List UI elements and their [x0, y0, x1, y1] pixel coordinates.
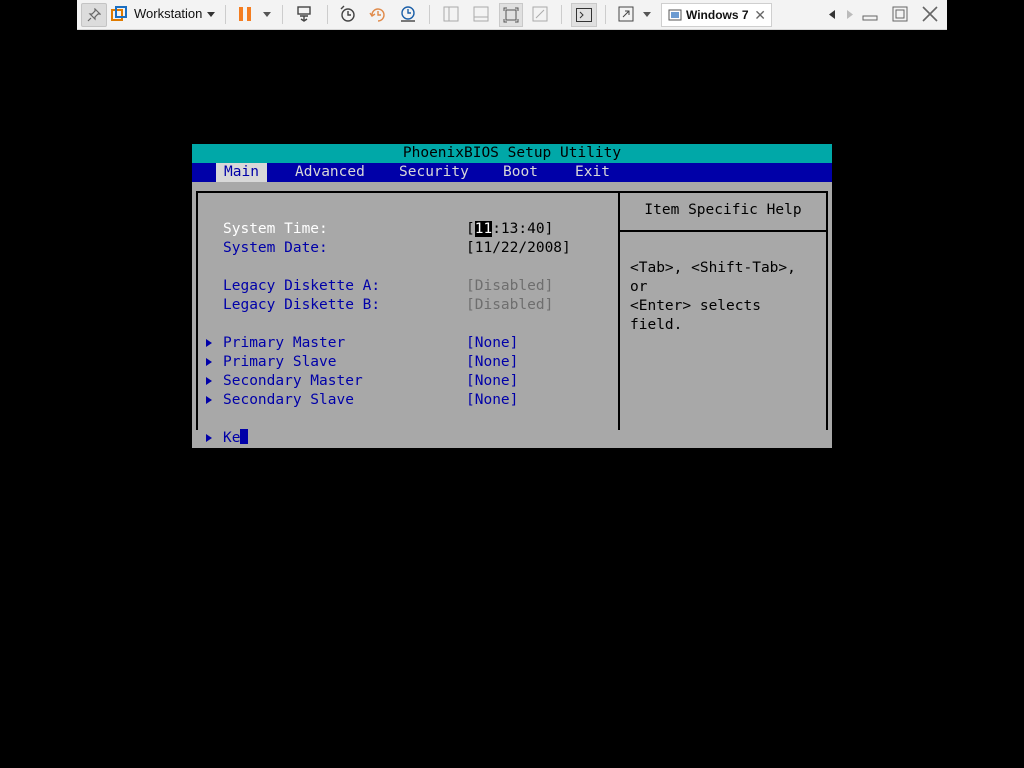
chevron-down-icon[interactable] [261, 3, 273, 25]
diskette-a-label: Legacy Diskette A: [223, 278, 381, 294]
tab-windows-7[interactable]: Windows 7 ✕ [661, 3, 772, 27]
help-panel: Item Specific Help <Tab>, <Shift-Tab>, o… [620, 191, 828, 441]
separator [225, 5, 226, 24]
submenu-arrow-icon [206, 358, 212, 366]
product-label[interactable]: Workstation [134, 6, 202, 21]
secondary-slave-value: [None] [466, 392, 519, 408]
revert-snapshot-icon[interactable] [367, 3, 389, 25]
tab-label: Windows 7 [686, 8, 749, 22]
pause-icon[interactable] [235, 3, 255, 25]
separator [282, 5, 283, 24]
secondary-slave-label: Secondary Slave [223, 392, 354, 408]
close-icon[interactable] [919, 3, 941, 25]
system-time-label: System Time: [223, 221, 328, 237]
vmware-toolbar: Workstation Windows 7 ✕ [77, 0, 947, 30]
snapshot-icon[interactable] [337, 3, 359, 25]
diskette-b-value[interactable]: [Disabled] [466, 296, 553, 315]
partial-label: Ke [223, 429, 249, 448]
maximize-icon[interactable] [889, 3, 911, 25]
chevron-left-icon[interactable] [825, 3, 839, 25]
help-line: <Enter> selects field. [630, 298, 761, 333]
help-line: <Tab>, <Shift-Tab>, or [630, 260, 796, 295]
thumbnail-view-icon[interactable] [470, 3, 492, 25]
time-rest: :13:40] [492, 221, 554, 237]
menu-exit[interactable]: Exit [567, 163, 618, 182]
system-date-value[interactable]: [11/22/2008] [466, 239, 571, 258]
system-date-label: System Date: [223, 240, 328, 256]
primary-master-label: Primary Master [223, 335, 346, 351]
menu-boot[interactable]: Boot [495, 163, 546, 182]
pin-icon[interactable] [81, 3, 107, 27]
primary-slave-value: [None] [466, 354, 519, 370]
divider [620, 230, 826, 232]
vm-icon [668, 8, 682, 22]
hour-field[interactable]: 11 [474, 221, 493, 237]
menu-security[interactable]: Security [391, 163, 477, 182]
chevron-down-icon[interactable] [641, 3, 653, 25]
send-ctrl-alt-del-icon[interactable] [293, 3, 315, 25]
separator [327, 5, 328, 24]
chevron-down-icon[interactable] [205, 3, 217, 25]
secondary-master-label: Secondary Master [223, 373, 363, 389]
menu-advanced[interactable]: Advanced [287, 163, 373, 182]
unity-icon[interactable] [529, 3, 551, 25]
help-title: Item Specific Help [644, 202, 802, 218]
submenu-arrow-icon [206, 339, 212, 347]
minimize-icon[interactable] [859, 3, 881, 25]
bios-screen[interactable]: PhoenixBIOS Setup Utility Main Advanced … [192, 144, 832, 448]
submenu-arrow-icon [206, 377, 212, 385]
primary-slave-label: Primary Slave [223, 354, 337, 370]
fit-guest-icon[interactable] [499, 3, 523, 27]
chevron-right-icon[interactable] [843, 3, 857, 25]
separator [429, 5, 430, 24]
menu-main[interactable]: Main [216, 163, 267, 182]
system-time-value[interactable]: [11:13:40] [466, 220, 553, 239]
bios-menu-bar: Main Advanced Security Boot Exit [192, 163, 832, 182]
diskette-a-value[interactable]: [Disabled] [466, 277, 553, 296]
library-view-icon[interactable] [440, 3, 462, 25]
separator [605, 5, 606, 24]
separator [561, 5, 562, 24]
snapshot-manager-icon[interactable] [397, 3, 419, 25]
bios-title: PhoenixBIOS Setup Utility [192, 144, 832, 163]
bios-main-panel: Item Specific Help <Tab>, <Shift-Tab>, o… [192, 182, 832, 441]
submenu-arrow-icon [206, 396, 212, 404]
secondary-master-value: [None] [466, 373, 519, 389]
partial-redraw-strip: Ke [192, 429, 832, 448]
diskette-b-label: Legacy Diskette B: [223, 297, 381, 313]
help-text: <Tab>, <Shift-Tab>, or <Enter> selects f… [630, 259, 820, 335]
primary-master-value: [None] [466, 335, 519, 351]
partial-label-text: Ke [223, 430, 241, 446]
vmware-logo-icon[interactable] [110, 3, 128, 25]
bracket: [ [466, 221, 475, 237]
text-cursor [240, 429, 249, 444]
console-view-icon[interactable] [571, 3, 597, 27]
close-icon[interactable]: ✕ [754, 7, 766, 24]
submenu-arrow-icon [206, 434, 212, 442]
full-screen-icon[interactable] [615, 3, 637, 25]
